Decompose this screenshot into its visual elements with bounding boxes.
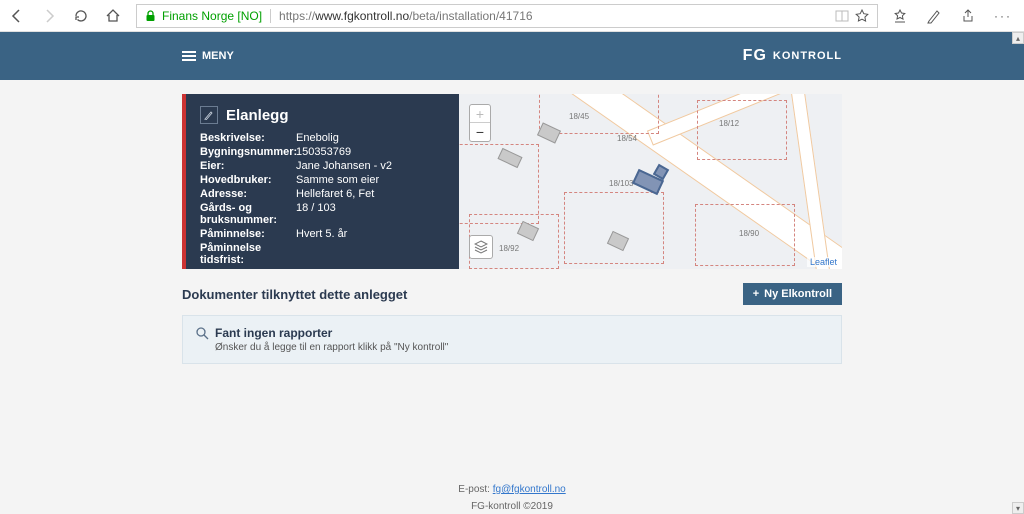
field-eier: Eier:Jane Johansen - v2 [200, 160, 445, 172]
footer-email: E-post: fg@fgkontroll.no [182, 484, 842, 495]
map-attribution[interactable]: Leaflet [807, 257, 840, 267]
address-bar[interactable]: Finans Norge [NO] https://www.fgkontroll… [136, 4, 878, 28]
refresh-button[interactable] [72, 7, 90, 25]
scroll-up-button[interactable]: ▴ [1012, 32, 1024, 44]
field-paminnelse-tidsfrist: Påminnelse tidsfrist: [200, 242, 445, 266]
share-icon[interactable] [960, 8, 976, 24]
map-zoom-control: + − [469, 104, 491, 142]
scroll-down-button[interactable]: ▾ [1012, 502, 1024, 514]
menu-button[interactable]: MENY [182, 49, 234, 63]
menu-label: MENY [202, 50, 234, 62]
documents-heading: Dokumenter tilknyttet dette anlegget [182, 287, 407, 302]
footer-copyright: FG-kontroll ©2019 [182, 501, 842, 512]
site-identity: Finans Norge [NO] [162, 9, 262, 23]
edit-icon[interactable] [200, 106, 218, 124]
zoom-in-button[interactable]: + [470, 105, 490, 123]
favorite-star-icon[interactable] [855, 9, 869, 23]
panel-title: Elanlegg [226, 107, 289, 124]
footer-email-link[interactable]: fg@fgkontroll.no [493, 484, 566, 495]
plus-icon: + [753, 288, 759, 300]
lock-icon [145, 10, 156, 22]
map-view[interactable]: 18/45 18/54 18/12 18/103 18/90 18/92 + −… [459, 94, 842, 269]
hamburger-icon [182, 49, 196, 63]
search-icon [195, 326, 209, 340]
field-paminnelse: Påminnelse:Hvert 5. år [200, 228, 445, 240]
layers-button[interactable] [469, 235, 493, 259]
separator [270, 9, 271, 23]
forward-button[interactable] [40, 7, 58, 25]
url-display: https://www.fgkontroll.no/beta/installat… [279, 9, 533, 23]
field-adresse: Adresse:Hellefaret 6, Fet [200, 188, 445, 200]
more-icon[interactable]: ··· [994, 9, 1012, 23]
notes-icon[interactable] [926, 8, 942, 24]
favorites-list-icon[interactable] [892, 8, 908, 24]
field-gards-bruksnummer: Gårds- og bruksnummer:18 / 103 [200, 202, 445, 226]
field-bygningsnummer: Bygningsnummer:150353769 [200, 146, 445, 158]
back-button[interactable] [8, 7, 26, 25]
new-elkontroll-button[interactable]: + Ny Elkontroll [743, 283, 842, 305]
field-hovedbruker: Hovedbruker:Samme som eier [200, 174, 445, 186]
reading-view-icon[interactable] [835, 9, 849, 23]
app-logo: FG KONTROLL [743, 47, 842, 65]
field-beskrivelse: Beskrivelse:Enebolig [200, 132, 445, 144]
home-button[interactable] [104, 7, 122, 25]
empty-reports-notice: Fant ingen rapporter Ønsker du å legge t… [182, 315, 842, 364]
zoom-out-button[interactable]: − [470, 123, 490, 141]
